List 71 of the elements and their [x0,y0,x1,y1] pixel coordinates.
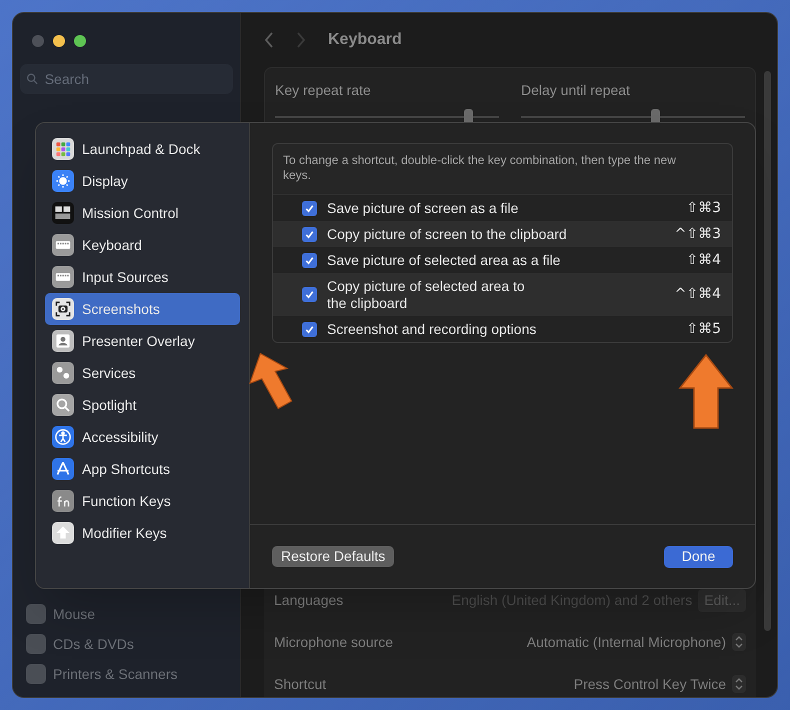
key-combination[interactable]: ^⇧⌘3 [674,224,721,244]
category-item[interactable]: Spotlight [45,389,240,421]
stepper-icon[interactable] [732,633,746,651]
key-combination[interactable]: ⇧⌘4 [686,250,721,270]
settings-icon [26,664,46,684]
key-combination[interactable]: ^⇧⌘4 [674,284,721,305]
shortcut-label: Save picture of screen as a file [327,200,520,216]
category-item[interactable]: Presenter Overlay [45,325,240,357]
restore-defaults-button[interactable]: Restore Defaults [272,546,394,567]
row-label: Shortcut [274,674,326,694]
slider[interactable] [275,109,499,125]
person-icon [52,330,74,352]
search-field[interactable]: Search [20,64,233,94]
checkmark-icon [304,254,315,266]
checkbox[interactable] [302,322,317,336]
checkbox[interactable] [302,200,317,216]
shortcut-row[interactable]: Copy picture of screen to the clipboard ^⇧⌘3 [273,221,732,247]
slider-label: Key repeat rate [275,81,372,100]
checkmark-icon [304,228,315,240]
category-item[interactable]: App Shortcuts [45,453,240,485]
shortcut-row[interactable]: Copy picture of selected area to the clipboard ^⇧⌘4 [273,273,732,316]
settings-icon [26,604,46,624]
accessibility-icon [52,426,74,448]
slider[interactable] [521,109,745,125]
category-item[interactable]: Accessibility [45,421,240,453]
row-value: Press Control Key Twice [574,674,726,694]
shortcut-label: Copy picture of screen to the clipboard [327,226,568,242]
category-item[interactable]: Display [45,165,240,197]
category-item[interactable]: Input Sources [45,261,240,293]
zoom-button[interactable] [74,35,86,47]
key-combination[interactable]: ⇧⌘5 [686,318,721,340]
search-icon [52,394,74,416]
keyboard-icon [52,266,74,288]
fn-key-icon [52,490,74,512]
checkbox[interactable] [302,287,317,302]
back-icon[interactable] [264,32,274,48]
close-button[interactable] [32,35,44,47]
app-store-icon [52,458,74,480]
checkbox[interactable] [302,226,317,242]
window-title: Keyboard [328,30,402,50]
category-item[interactable]: Services [45,357,240,389]
checkmark-icon [304,202,315,214]
category-item[interactable]: Screenshots [45,293,240,325]
windows-icon [52,202,74,224]
sun-icon [52,170,74,192]
done-button[interactable]: Done [664,546,733,568]
scroll-bar[interactable] [764,71,771,631]
checkmark-icon [304,289,315,300]
shortcut-label: Save picture of selected area as a file [327,252,562,268]
shortcut-label: Screenshot and recording options [327,320,538,338]
category-item[interactable]: Launchpad & Dock [45,133,240,165]
search-input[interactable]: Search [44,68,227,90]
settings-icon [26,634,46,654]
key-combination[interactable]: ⇧⌘3 [686,198,721,218]
shortcut-label: Copy picture of selected area to the clipboard [327,278,526,312]
category-item[interactable]: Keyboard [45,229,240,261]
stepper-icon[interactable] [732,675,746,693]
row-label: Languages [274,590,344,610]
row-value: Automatic (Internal Microphone) [526,632,726,652]
checkbox[interactable] [302,252,317,268]
camera-icon [52,298,74,320]
category-item[interactable]: Mission Control [45,197,240,229]
grid-icon [52,138,74,160]
row-label: Microphone source [274,632,394,652]
slider-label: Delay until repeat [521,81,631,100]
category-item[interactable]: Function Keys [45,485,240,517]
keyboard-icon [52,234,74,256]
category-item[interactable]: Modifier Keys [45,517,240,549]
checkmark-icon [304,324,315,334]
search-icon [26,72,39,86]
minimize-button[interactable] [53,35,65,47]
